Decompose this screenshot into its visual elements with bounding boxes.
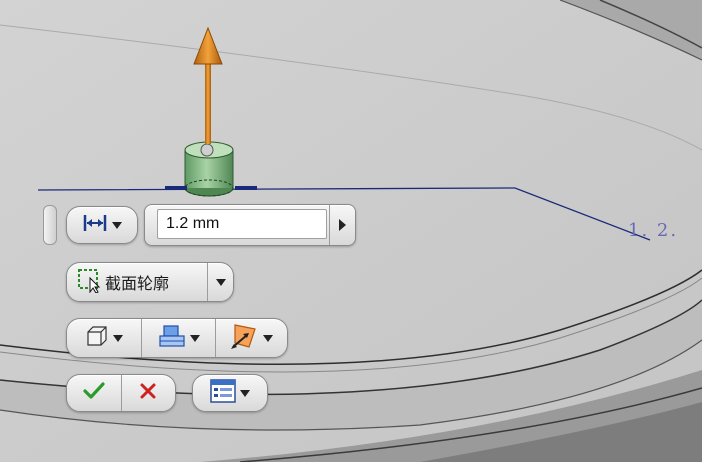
options-list-icon xyxy=(210,378,236,408)
chevron-down-icon xyxy=(262,334,273,342)
output-dropdown[interactable] xyxy=(141,319,215,357)
extrude-options-group xyxy=(66,318,288,358)
chevron-down-icon xyxy=(113,334,123,342)
direction-dropdown[interactable] xyxy=(215,319,287,357)
distance-icon xyxy=(82,213,108,238)
chevron-down-icon xyxy=(112,221,122,229)
distance-input[interactable]: 1.2 mm xyxy=(157,209,327,239)
solid-box-icon xyxy=(85,324,109,353)
profile-dropdown-arrow[interactable] xyxy=(207,263,233,301)
options-button[interactable] xyxy=(193,375,267,411)
distance-type-button[interactable] xyxy=(67,207,137,243)
chevron-right-icon xyxy=(339,219,346,231)
cancel-button[interactable] xyxy=(120,375,175,411)
minitoolbar-grip[interactable] xyxy=(43,205,57,245)
options-dropdown[interactable] xyxy=(192,374,268,412)
sketch-dimension-label: 1. 2. xyxy=(628,220,679,241)
checkmark-icon xyxy=(83,381,105,405)
direction-icon xyxy=(230,323,259,354)
chevron-down-icon xyxy=(240,389,250,397)
profile-select-icon xyxy=(77,267,101,298)
distance-type-dropdown[interactable] xyxy=(66,206,138,244)
cross-icon xyxy=(139,382,157,405)
solid-type-dropdown[interactable] xyxy=(67,319,141,357)
value-flyout-button[interactable] xyxy=(329,205,355,245)
output-icon xyxy=(158,324,186,353)
confirm-group xyxy=(66,374,176,412)
profile-button[interactable]: 截面轮廓 xyxy=(67,263,207,301)
chevron-down-icon xyxy=(215,278,226,286)
profile-label: 截面轮廓 xyxy=(105,274,170,293)
chevron-down-icon xyxy=(189,334,200,342)
profile-dropdown[interactable]: 截面轮廓 xyxy=(66,262,234,302)
ok-button[interactable] xyxy=(67,375,121,411)
